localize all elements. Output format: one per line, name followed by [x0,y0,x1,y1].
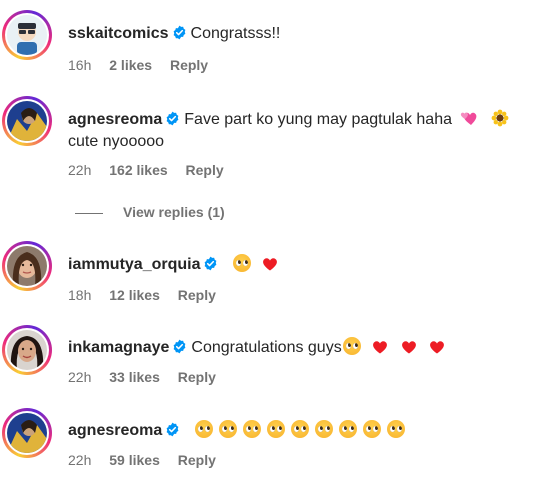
verified-badge-icon [165,421,180,437]
comment-time: 22h [68,452,92,468]
comment-likes[interactable]: 59 likes [109,452,160,468]
avatar-image [7,246,47,286]
avatar-image [7,101,47,141]
pleading-face-icon [232,254,251,272]
verified-badge-icon [203,255,218,271]
view-replies-label: View replies (1) [123,204,225,220]
pleading-face-icon [342,337,361,355]
comment-likes[interactable]: 12 likes [109,287,160,303]
pleading-face-icon [290,420,309,438]
comment-username[interactable]: inkamagnaye [68,339,169,356]
avatar[interactable] [2,408,52,458]
pleading-face-icon [218,420,237,438]
verified-badge-icon [165,110,180,126]
comment-time: 22h [68,369,92,385]
pleading-face-icon [266,420,285,438]
reply-button[interactable]: Reply [178,452,216,468]
reply-button[interactable]: Reply [186,162,224,178]
comment-username[interactable]: sskaitcomics [68,25,169,42]
avatar[interactable] [2,241,52,291]
comment-likes[interactable]: 33 likes [109,369,160,385]
reply-button[interactable]: Reply [170,57,208,73]
comment-time: 16h [68,57,92,73]
red-heart-icon [429,340,445,354]
red-heart-icon [372,340,388,354]
comment-time: 18h [68,287,92,303]
comment-username[interactable]: iammutya_orquia [68,256,200,273]
comment-username[interactable]: agnesreoma [68,111,162,128]
avatar-image [7,413,47,453]
avatar[interactable] [2,96,52,146]
comment-likes[interactable]: 162 likes [109,162,167,178]
pleading-face-icon [362,420,381,438]
pleading-face-icon [194,420,213,438]
pleading-face-icon [386,420,405,438]
comment-time: 22h [68,162,92,178]
pleading-face-icon [242,420,261,438]
pleading-face-icon [314,420,333,438]
comment-username[interactable]: agnesreoma [68,422,162,439]
sunflower-icon [491,109,509,135]
avatar-image [7,15,47,55]
comment-likes[interactable]: 2 likes [109,57,152,73]
view-replies-button[interactable]: View replies (1) [75,204,225,220]
avatar[interactable] [2,10,52,60]
two-hearts-icon [460,110,478,134]
red-heart-icon [262,257,278,271]
comment-text: Fave part ko yung may pagtulak haha [184,111,452,128]
avatar-image [7,330,47,370]
red-heart-icon [401,340,417,354]
comment-text: Congratsss!! [190,25,281,42]
emoji-row [194,420,408,439]
reply-button[interactable]: Reply [178,287,216,303]
divider-dash [75,212,103,214]
pleading-face-icon [338,420,357,438]
avatar[interactable] [2,325,52,375]
verified-badge-icon [172,24,187,40]
verified-badge-icon [172,338,187,354]
comment-text: Congratulations guys [191,339,342,356]
comment-text-line2: cute nyooooo [68,133,165,150]
reply-button[interactable]: Reply [178,369,216,385]
